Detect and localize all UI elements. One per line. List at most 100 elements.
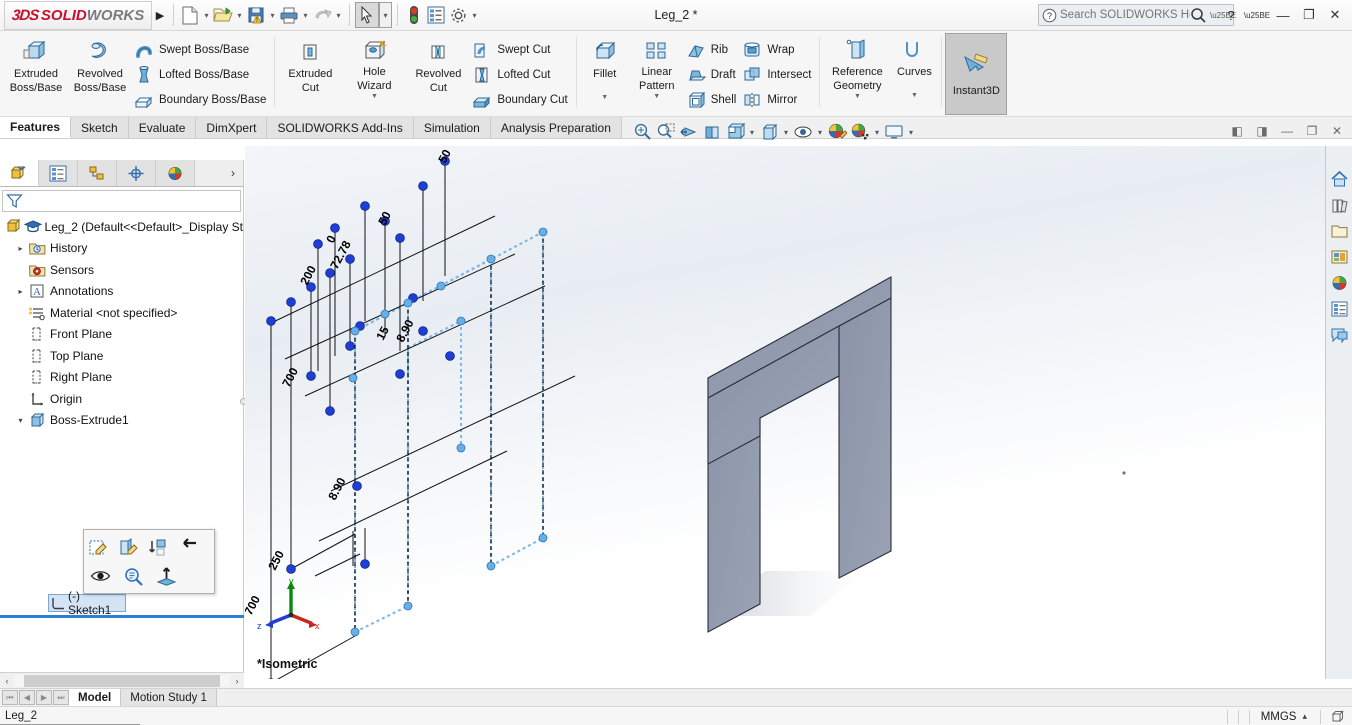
lofted-cut-button[interactable]: Lofted Cut bbox=[470, 62, 571, 87]
view-orientation-caret[interactable]: ▾ bbox=[747, 120, 757, 144]
tree-item-annotations[interactable]: ▸ A Annotations bbox=[2, 281, 243, 303]
print-document-caret[interactable]: ▾ bbox=[300, 3, 311, 27]
draft-button[interactable]: Draft bbox=[684, 62, 741, 87]
previous-view-button[interactable] bbox=[678, 120, 700, 144]
tab-sketch[interactable]: Sketch bbox=[71, 117, 129, 138]
file-properties-button[interactable] bbox=[425, 3, 447, 27]
shell-button[interactable]: Shell bbox=[684, 87, 741, 112]
curves-button[interactable]: Curves ▼ bbox=[891, 34, 937, 99]
rib-button[interactable]: Rib bbox=[684, 37, 741, 62]
undo-caret[interactable]: ▾ bbox=[333, 3, 344, 27]
help-button[interactable]: ? bbox=[1218, 2, 1244, 28]
swept-cut-button[interactable]: Swept Cut bbox=[470, 37, 571, 62]
dimxpert-manager-tab[interactable] bbox=[117, 160, 156, 186]
last-tab-button[interactable]: ⏭ bbox=[53, 690, 69, 705]
solidworks-forum-button[interactable] bbox=[1327, 323, 1351, 347]
select-tool-caret[interactable]: ▾ bbox=[379, 2, 392, 28]
feature-manager-tab[interactable] bbox=[0, 160, 39, 186]
tree-item-front-plane[interactable]: Front Plane bbox=[2, 324, 243, 346]
select-tool-button[interactable] bbox=[355, 2, 379, 28]
edit-sketch-plane-button[interactable] bbox=[118, 537, 139, 558]
reference-geometry-button[interactable]: Reference Geometry ▼ bbox=[823, 34, 891, 100]
tab-analysis-preparation[interactable]: Analysis Preparation bbox=[490, 117, 622, 138]
tab-features[interactable]: Features bbox=[0, 117, 72, 138]
restore-button[interactable]: ❐ bbox=[1296, 2, 1322, 28]
view-orientation-button[interactable] bbox=[724, 120, 746, 144]
revolved-boss-base-button[interactable]: Revolved Boss/Base bbox=[68, 34, 132, 94]
tree-item-origin[interactable]: Origin bbox=[2, 388, 243, 410]
tree-item-sensors[interactable]: Sensors bbox=[2, 259, 243, 281]
hide-show-items-caret[interactable]: ▾ bbox=[815, 120, 825, 144]
new-document-button[interactable] bbox=[179, 3, 201, 27]
view-settings-caret[interactable]: ▾ bbox=[906, 120, 916, 144]
open-document-button[interactable] bbox=[212, 3, 234, 27]
zoom-to-selection-button[interactable] bbox=[123, 567, 144, 586]
feature-tree-horizontal-scrollbar[interactable]: ‹ › bbox=[0, 672, 244, 688]
first-tab-button[interactable]: ⏮ bbox=[2, 690, 18, 705]
view-palette-button[interactable] bbox=[1327, 245, 1351, 269]
hide-show-items-button[interactable] bbox=[792, 120, 814, 144]
reference-geometry-dropdown-caret[interactable]: ▼ bbox=[854, 93, 861, 100]
swept-boss-base-button[interactable]: Swept Boss/Base bbox=[132, 37, 270, 62]
design-library-button[interactable] bbox=[1327, 193, 1351, 217]
zoom-to-fit-button[interactable] bbox=[632, 120, 654, 144]
zoom-to-area-button[interactable] bbox=[655, 120, 677, 144]
revolved-cut-button[interactable]: Revolved Cut bbox=[406, 34, 470, 94]
rollback-button[interactable] bbox=[178, 537, 199, 558]
reorder-button[interactable] bbox=[148, 538, 169, 558]
options-button[interactable] bbox=[447, 3, 469, 27]
options-caret[interactable]: ▾ bbox=[469, 3, 480, 27]
tree-item-leg2[interactable]: Leg_2 (Default<<Default>_Display St bbox=[2, 216, 243, 238]
file-explorer-button[interactable] bbox=[1327, 219, 1351, 243]
intersect-button[interactable]: Intersect bbox=[740, 62, 815, 87]
tree-twisty[interactable]: ▸ bbox=[14, 244, 27, 253]
display-style-button[interactable] bbox=[758, 120, 780, 144]
tree-item-history[interactable]: ▸ History bbox=[2, 238, 243, 260]
save-document-caret[interactable]: ▾ bbox=[267, 3, 278, 27]
tab-motion-study-1[interactable]: Motion Study 1 bbox=[121, 689, 217, 706]
search-input[interactable] bbox=[1060, 9, 1190, 21]
open-document-caret[interactable]: ▾ bbox=[234, 3, 245, 27]
property-manager-tab[interactable] bbox=[39, 160, 78, 186]
rebuild-button[interactable] bbox=[403, 3, 425, 27]
tree-twisty[interactable]: ▾ bbox=[14, 416, 27, 425]
hole-wizard-dropdown-caret[interactable]: ▼ bbox=[371, 93, 378, 100]
save-document-button[interactable]: ! bbox=[245, 3, 267, 27]
display-style-caret[interactable]: ▾ bbox=[781, 120, 791, 144]
tree-item-right-plane[interactable]: Right Plane bbox=[2, 367, 243, 389]
curves-dropdown-caret[interactable]: ▼ bbox=[911, 92, 918, 99]
hole-wizard-button[interactable]: Hole Wizard ▼ bbox=[342, 34, 406, 100]
scroll-track[interactable] bbox=[14, 674, 230, 687]
menu-expand-arrow[interactable]: ▶ bbox=[152, 9, 168, 22]
view-settings-button[interactable] bbox=[883, 120, 905, 144]
normal-to-button[interactable] bbox=[156, 566, 177, 586]
previous-tab-button[interactable]: ◀ bbox=[19, 690, 35, 705]
boundary-cut-button[interactable]: Boundary Cut bbox=[470, 87, 571, 112]
custom-properties-button[interactable] bbox=[1327, 297, 1351, 321]
show-hide-button[interactable] bbox=[90, 567, 111, 585]
tab-simulation[interactable]: Simulation bbox=[413, 117, 491, 138]
fillet-dropdown-caret[interactable]: ▼ bbox=[601, 94, 608, 101]
extruded-cut-button[interactable]: Extruded Cut bbox=[278, 34, 342, 94]
linear-pattern-button[interactable]: Linear Pattern ▼ bbox=[630, 34, 684, 100]
feature-tree-filter[interactable] bbox=[2, 190, 241, 212]
tree-twisty[interactable]: ▸ bbox=[14, 287, 27, 296]
edit-appearance-button[interactable] bbox=[826, 120, 848, 144]
tree-item-material[interactable]: Material <not specified> bbox=[2, 302, 243, 324]
feature-manager-more-tabs[interactable]: › bbox=[195, 160, 243, 186]
dock-right-button[interactable]: ◨ bbox=[1251, 120, 1273, 142]
dock-left-button[interactable]: ◧ bbox=[1226, 120, 1248, 142]
edit-sketch-button[interactable] bbox=[88, 538, 109, 558]
minimize-button[interactable]: — bbox=[1270, 2, 1296, 28]
doc-restore-button[interactable]: ❐ bbox=[1301, 120, 1323, 142]
next-tab-button[interactable]: ▶ bbox=[36, 690, 52, 705]
editing-part-button[interactable] bbox=[1326, 709, 1352, 724]
apply-scene-button[interactable] bbox=[849, 120, 871, 144]
doc-minimize-button[interactable]: — bbox=[1276, 120, 1298, 142]
apply-scene-caret[interactable]: ▾ bbox=[872, 120, 882, 144]
extruded-boss-base-button[interactable]: Extruded Boss/Base bbox=[4, 34, 68, 94]
new-document-caret[interactable]: ▾ bbox=[201, 3, 212, 27]
units-label[interactable]: MMGS bbox=[1255, 711, 1303, 723]
lofted-boss-base-button[interactable]: Lofted Boss/Base bbox=[132, 62, 270, 87]
units-caret[interactable]: ▴ bbox=[1302, 711, 1315, 722]
